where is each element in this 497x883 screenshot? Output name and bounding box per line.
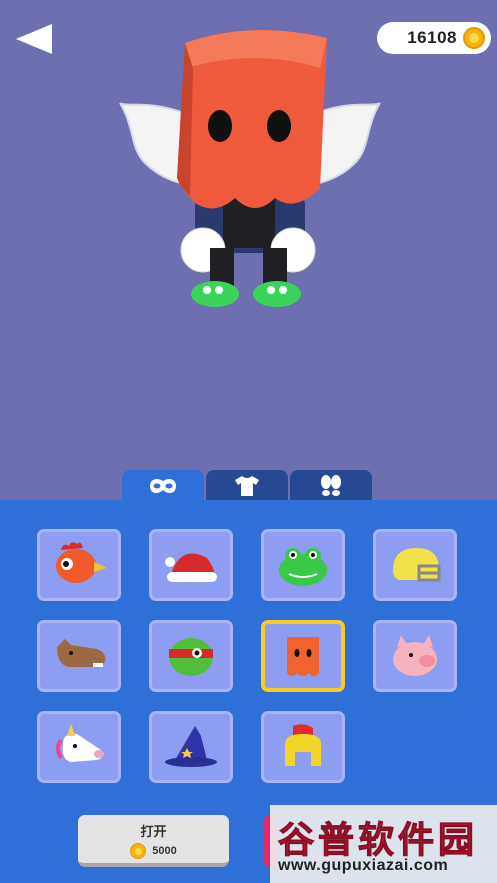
- item-grid: [37, 529, 461, 783]
- item-panel: 打开 5000 谷普软件园 www.gupuxiazai.com: [0, 500, 497, 883]
- character-preview-area: 16108: [0, 0, 497, 500]
- buy-price: 5000: [78, 843, 229, 859]
- wizard-hat-icon: [165, 726, 217, 767]
- item-horse-head[interactable]: [37, 620, 121, 692]
- coin-icon: [130, 843, 147, 859]
- orange-box-head-icon: [287, 637, 319, 676]
- watermark: 谷普软件园 www.gupuxiazai.com: [270, 805, 497, 883]
- watermark-url: www.gupuxiazai.com: [278, 857, 449, 874]
- turtle-mask-icon: [169, 638, 213, 676]
- item-spartan-helmet[interactable]: [261, 711, 345, 783]
- tab-clothes[interactable]: [206, 470, 288, 502]
- horse-head-icon: [57, 639, 106, 667]
- unicorn-head-icon: [56, 724, 104, 762]
- item-frog-head[interactable]: [261, 529, 345, 601]
- item-orange-box-head[interactable]: [261, 620, 345, 692]
- coin-balance: 16108: [377, 22, 491, 54]
- shirt-icon: [235, 476, 259, 496]
- santa-hat-icon: [165, 553, 217, 582]
- watermark-title: 谷普软件园: [277, 819, 479, 861]
- tab-shoes[interactable]: [290, 470, 372, 502]
- chicken-head-icon: [56, 542, 107, 583]
- buy-label: 打开: [140, 824, 167, 839]
- frog-head-icon: [279, 548, 327, 586]
- football-helmet-icon: [393, 548, 441, 582]
- coin-count: 16108: [407, 28, 457, 47]
- buy-price-value: 5000: [152, 845, 177, 857]
- item-santa-hat[interactable]: [149, 529, 233, 601]
- category-tabs: [122, 470, 372, 502]
- item-turtle-mask[interactable]: [149, 620, 233, 692]
- character-model: [119, 30, 381, 307]
- item-unicorn-head[interactable]: [37, 711, 121, 783]
- item-football-helmet[interactable]: [373, 529, 457, 601]
- pig-head-icon: [393, 635, 437, 676]
- spartan-helmet-icon: [285, 724, 321, 766]
- item-pig-head[interactable]: [373, 620, 457, 692]
- coin-icon: [463, 27, 485, 49]
- mask-icon: [150, 478, 176, 494]
- footprints-icon: [321, 475, 341, 496]
- item-wizard-hat[interactable]: [149, 711, 233, 783]
- back-arrow-icon[interactable]: [14, 22, 54, 56]
- tab-masks[interactable]: [122, 470, 204, 502]
- item-chicken-head[interactable]: [37, 529, 121, 601]
- buy-button[interactable]: 打开 5000: [78, 815, 229, 867]
